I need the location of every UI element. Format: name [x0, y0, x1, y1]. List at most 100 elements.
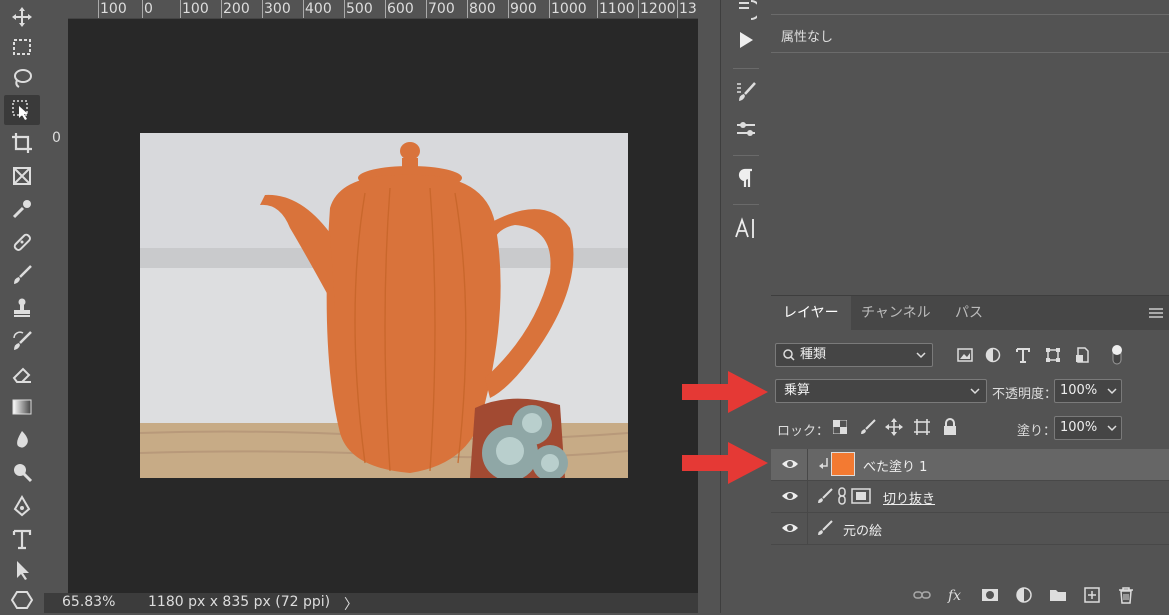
document-image[interactable] — [140, 133, 628, 478]
panel-divider — [733, 68, 759, 69]
eyedropper-tool-icon[interactable] — [4, 194, 40, 224]
lasso-tool-icon[interactable] — [4, 63, 40, 93]
lock-position-icon[interactable] — [885, 418, 903, 436]
filter-adjustment-icon[interactable] — [985, 347, 1001, 363]
delete-layer-icon[interactable] — [1117, 586, 1135, 604]
new-group-icon[interactable] — [1049, 586, 1067, 604]
filter-shape-icon[interactable] — [1045, 347, 1061, 363]
character-panel-icon[interactable] — [721, 210, 771, 246]
opacity-value: 100% — [1060, 383, 1098, 398]
visibility-eye-icon[interactable] — [781, 456, 799, 472]
visibility-eye-icon[interactable] — [781, 520, 799, 536]
ruler-tick-label: 200 — [223, 1, 250, 17]
lock-artboard-icon[interactable] — [913, 418, 931, 436]
opacity-field[interactable]: 100% — [1054, 379, 1122, 403]
ruler-tick-label: 0 — [52, 130, 61, 146]
properties-divider — [771, 52, 1169, 53]
ruler-tick — [508, 0, 509, 18]
brush-settings-icon[interactable] — [721, 74, 771, 110]
status-bar: 65.83% 1180 px x 835 px (72 ppi) 〉 — [44, 593, 698, 613]
tab-layers[interactable]: レイヤー — [771, 296, 851, 330]
horizontal-ruler: 100 0 100 200 300 400 500 600 700 800 90… — [68, 0, 698, 19]
blend-mode-dropdown[interactable]: 乗算 — [775, 379, 987, 403]
document-dimensions: 1180 px x 835 px (72 ppi) — [148, 594, 331, 610]
tab-paths[interactable]: パス — [943, 296, 995, 330]
lock-all-icon[interactable] — [943, 418, 957, 435]
visibility-eye-icon[interactable] — [781, 488, 799, 504]
filter-type-icon[interactable] — [1015, 347, 1031, 363]
type-tool-icon[interactable] — [4, 524, 40, 554]
eraser-tool-icon[interactable] — [4, 359, 40, 389]
ruler-tick-label: 800 — [469, 1, 496, 17]
lock-transparent-pixels-icon[interactable] — [833, 420, 847, 434]
layer-row-cutout[interactable]: 切り抜き — [771, 481, 1169, 513]
lock-image-pixels-icon[interactable] — [859, 418, 877, 436]
crop-tool-icon[interactable] — [4, 128, 40, 158]
ruler-tick-label: 13 — [679, 1, 697, 17]
brush-layer-icon — [818, 488, 833, 503]
move-tool-icon[interactable] — [4, 2, 40, 32]
frame-tool-icon[interactable] — [4, 161, 40, 191]
clone-stamp-tool-icon[interactable] — [4, 293, 40, 323]
ruler-tick — [467, 0, 468, 18]
blend-mode-value: 乗算 — [784, 383, 811, 398]
tab-channels[interactable]: チャンネル — [849, 296, 943, 330]
ruler-tick-label: 500 — [346, 1, 373, 17]
path-selection-tool-icon[interactable] — [4, 555, 40, 585]
brush-tool-icon[interactable] — [4, 260, 40, 290]
ruler-tick-label: 900 — [510, 1, 537, 17]
row-divider — [807, 481, 808, 512]
paragraph-panel-icon[interactable] — [721, 160, 771, 196]
tools-panel — [0, 0, 44, 613]
pen-tool-icon[interactable] — [4, 491, 40, 521]
layer-filter-dropdown[interactable]: 種類 — [775, 343, 933, 367]
ruler-tick — [549, 0, 550, 18]
ruler-tick — [180, 0, 181, 18]
filter-smart-object-icon[interactable] — [1075, 347, 1091, 363]
ruler-tick-label: 0 — [144, 1, 153, 17]
link-icon[interactable] — [837, 487, 847, 505]
fx-icon[interactable]: fx — [947, 586, 965, 604]
adjustment-layer-icon[interactable] — [1015, 586, 1033, 604]
properties-panel: 属性なし — [771, 0, 1169, 295]
layer-row-original[interactable]: 元の絵 — [771, 513, 1169, 545]
healing-brush-tool-icon[interactable] — [4, 227, 40, 257]
ruler-tick — [98, 0, 99, 18]
zoom-level[interactable]: 65.83% — [62, 594, 115, 610]
ruler-tick — [385, 0, 386, 18]
collapsed-panel-dock — [720, 0, 772, 613]
panel-menu-icon[interactable] — [1149, 308, 1163, 318]
blur-tool-icon[interactable] — [4, 425, 40, 455]
layer-name[interactable]: 元の絵 — [843, 520, 882, 539]
chevron-down-icon — [1107, 388, 1117, 395]
dodge-tool-icon[interactable] — [4, 458, 40, 488]
shape-tool-icon[interactable] — [4, 585, 40, 615]
panel-divider — [733, 204, 759, 205]
ruler-tick — [344, 0, 345, 18]
status-menu-arrow[interactable]: 〉 — [344, 594, 358, 614]
filter-toggle-icon[interactable] — [1111, 344, 1123, 366]
gradient-tool-icon[interactable] — [4, 392, 40, 422]
object-selection-tool-icon[interactable] — [4, 95, 40, 125]
layer-name[interactable]: べた塗り 1 — [863, 456, 927, 475]
play-actions-icon[interactable] — [721, 22, 771, 58]
fill-label: 塗り： — [1017, 424, 1057, 439]
fill-color-swatch[interactable] — [831, 452, 855, 476]
ruler-tick — [303, 0, 304, 18]
brush-presets-icon[interactable] — [721, 110, 771, 146]
link-layers-icon[interactable] — [913, 586, 931, 604]
layer-mask-icon[interactable] — [851, 488, 871, 504]
marquee-tool-icon[interactable] — [4, 32, 40, 62]
ruler-tick-label: 1000 — [551, 1, 587, 17]
new-layer-icon[interactable] — [1083, 586, 1101, 604]
ruler-tick-label: 100 — [182, 1, 209, 17]
vertical-ruler — [44, 18, 69, 593]
opacity-label: 不透明度： — [992, 387, 1058, 402]
add-mask-icon[interactable] — [981, 586, 999, 604]
filter-pixel-icon[interactable] — [957, 348, 973, 362]
layer-name[interactable]: 切り抜き — [883, 488, 935, 507]
layer-row-fill[interactable]: べた塗り 1 — [771, 449, 1169, 481]
history-brush-tool-icon[interactable] — [4, 326, 40, 356]
fill-field[interactable]: 100% — [1054, 416, 1122, 440]
ruler-tick-label: 400 — [305, 1, 332, 17]
